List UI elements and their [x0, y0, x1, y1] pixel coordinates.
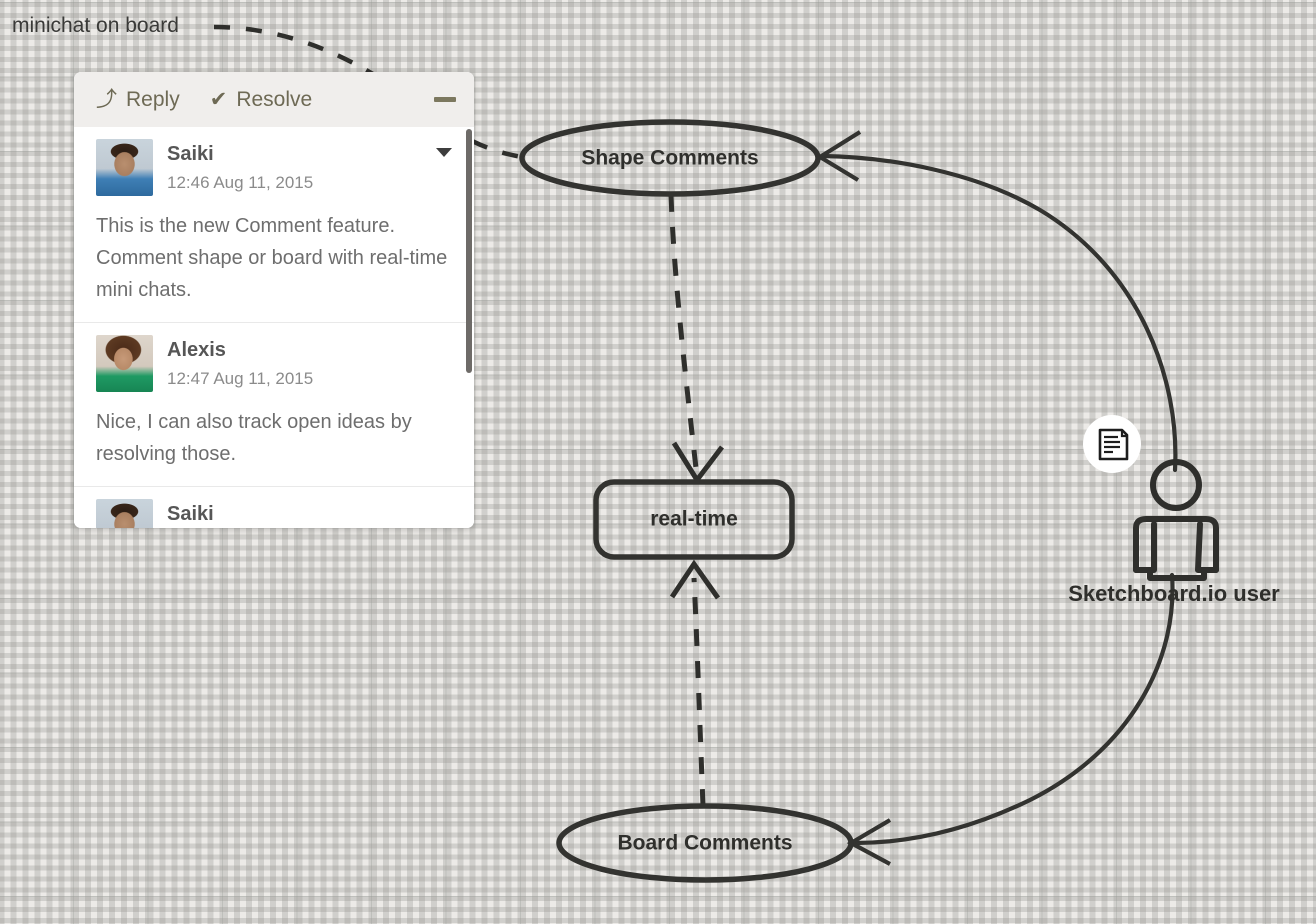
comment-meta: Alexis 12:47 Aug 11, 2015 [96, 335, 452, 392]
comment-author: Saiki [167, 503, 214, 525]
comment-item[interactable]: Saiki [74, 487, 474, 528]
board-free-text-label[interactable]: minichat on board [12, 14, 179, 38]
node-board-comments[interactable]: Board Comments [556, 803, 854, 883]
comment-timestamp: 12:46 Aug 11, 2015 [167, 173, 314, 192]
reply-arrow-icon: ⤴ [96, 88, 117, 111]
comment-panel-header: ⤴ Reply ✔ Resolve [74, 72, 474, 127]
connector-shape-comments-to-real-time[interactable] [668, 194, 724, 485]
check-icon: ✔ [209, 88, 228, 111]
avatar [96, 335, 153, 392]
document-note-icon[interactable] [1083, 415, 1141, 473]
comment-timestamp: 12:47 Aug 11, 2015 [167, 369, 314, 388]
node-real-time-label: real-time [650, 508, 738, 531]
comment-item[interactable]: Alexis 12:47 Aug 11, 2015 Nice, I can al… [74, 323, 474, 487]
resolve-button[interactable]: ✔ Resolve [210, 88, 312, 112]
reply-button-label: Reply [126, 87, 180, 111]
comment-meta: Saiki 12:46 Aug 11, 2015 [96, 139, 452, 196]
comment-text: Nice, I can also track open ideas by res… [96, 411, 412, 465]
actor-label: Sketchboard.io user [1068, 581, 1280, 606]
comment-author: Alexis [167, 339, 226, 361]
comment-author-block: Saiki [167, 499, 452, 528]
sketchboard-canvas[interactable]: Shape Comments real-time Board Comments … [0, 0, 1316, 924]
comment-author-block: Saiki 12:46 Aug 11, 2015 [167, 139, 428, 193]
comment-item[interactable]: Saiki 12:46 Aug 11, 2015 This is the new… [74, 127, 474, 323]
resolve-button-label: Resolve [236, 87, 313, 111]
reply-button[interactable]: ⤴ Reply [96, 88, 180, 112]
node-real-time[interactable]: real-time [593, 479, 795, 560]
node-shape-comments[interactable]: Shape Comments [519, 119, 821, 197]
minichat-comment-panel[interactable]: ⤴ Reply ✔ Resolve Saiki 12:46 Aug 11, 20… [74, 72, 474, 528]
avatar [96, 499, 153, 528]
connector-board-comments-to-real-time[interactable] [669, 559, 721, 807]
minimize-icon[interactable] [434, 97, 456, 102]
comment-author-block: Alexis 12:47 Aug 11, 2015 [167, 335, 452, 389]
comment-text: This is the new Comment feature. Comment… [96, 215, 448, 301]
chevron-down-icon[interactable] [436, 148, 452, 157]
comment-author: Saiki [167, 143, 214, 165]
connector-actor-to-board-comments[interactable] [846, 572, 1175, 866]
comment-meta: Saiki [96, 499, 452, 528]
comment-list-scrollbar[interactable] [466, 129, 472, 373]
comment-list[interactable]: Saiki 12:46 Aug 11, 2015 This is the new… [74, 127, 474, 528]
avatar [96, 139, 153, 196]
node-shape-comments-label: Shape Comments [581, 147, 758, 170]
node-board-comments-label: Board Comments [617, 832, 792, 855]
